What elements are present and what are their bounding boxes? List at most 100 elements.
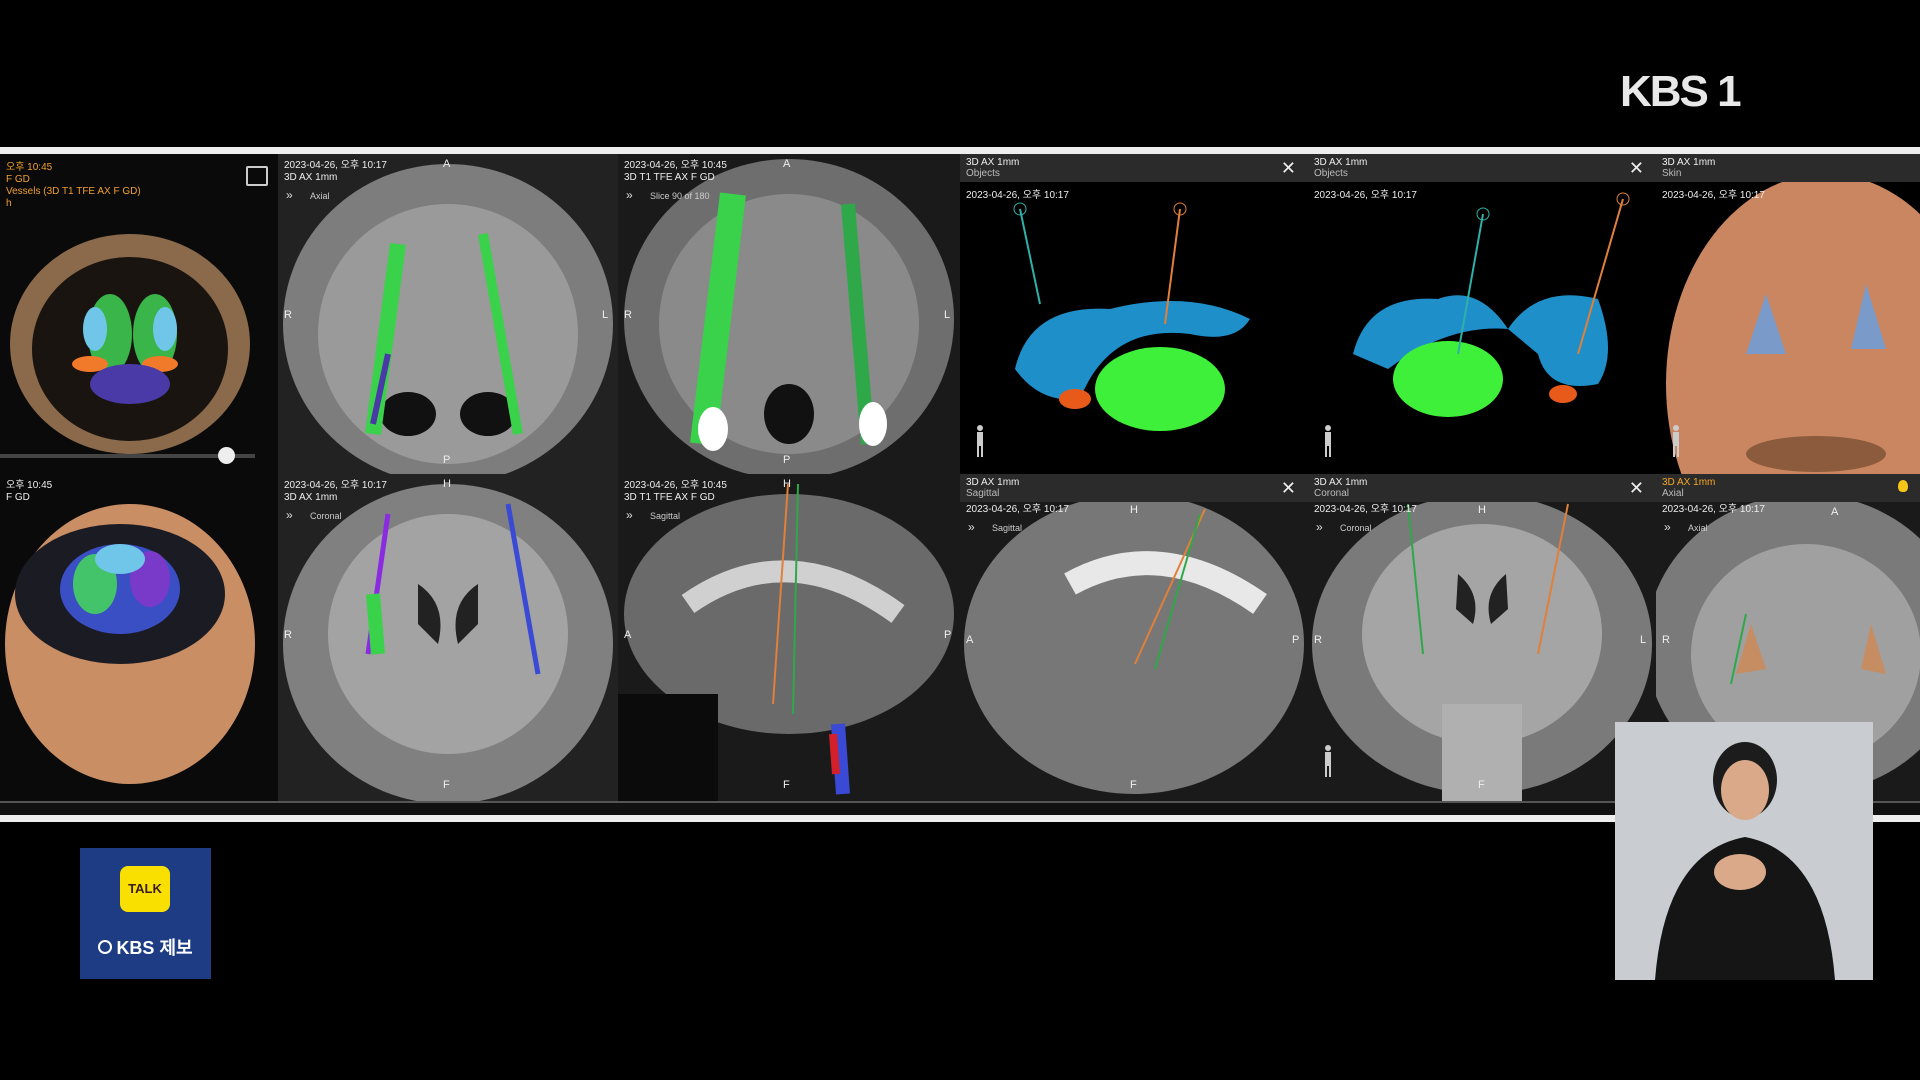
objects-render-image	[1308, 154, 1656, 474]
view-label: Coronal	[1340, 523, 1372, 533]
chevron-icon[interactable]: »	[286, 188, 293, 202]
tip-label-text: KBS 제보	[116, 938, 193, 958]
orientation-left: R	[624, 309, 632, 321]
viewport-3d-objects-1[interactable]: 3D AX 1mm Objects ✕ 2023-04-26, 오후 10:17	[960, 154, 1310, 476]
axial-mri-image	[278, 154, 618, 474]
expand-icon[interactable]	[246, 166, 268, 186]
orientation-top: A	[443, 158, 451, 170]
orientation-left: A	[966, 634, 974, 646]
orientation-bottom: F	[443, 779, 450, 791]
series-info: 2023-04-26, 오후 10:45 3D T1 TFE AX F GD	[624, 160, 727, 184]
axial-slice-image	[618, 154, 960, 474]
series-date: 2023-04-26, 오후 10:17	[1314, 190, 1417, 201]
view-label: Sagittal	[992, 523, 1023, 533]
skull-render-image	[5, 504, 255, 784]
viewport-coronal-2[interactable]: 3D AX 1mm Coronal ✕ 2023-04-26, 오후 10:17…	[1308, 474, 1658, 803]
orientation-top: A	[783, 158, 791, 170]
orientation-right: P	[1292, 634, 1300, 646]
skin-render-image	[1656, 154, 1920, 474]
tip-label: KBS 제보	[80, 934, 211, 960]
panel-subtitle: Objects	[1314, 168, 1348, 179]
series-date: 2023-04-26, 오후 10:17	[284, 480, 387, 491]
kakaotalk-icon: TALK	[120, 866, 170, 912]
opacity-slider[interactable]	[0, 447, 255, 464]
viewport-3d-skin[interactable]: 3D AX 1mm Skin 2023-04-26, 오후 10:17	[1656, 154, 1920, 476]
series-name: 3D T1 TFE AX F GD	[624, 172, 715, 183]
series-date: 2023-04-26, 오후 10:17	[966, 190, 1069, 201]
viewport-coronal-mri[interactable]: 2023-04-26, 오후 10:17 3D AX 1mm » Coronal…	[278, 474, 620, 803]
series-name: 3D AX 1mm	[284, 172, 338, 183]
series-date: 2023-04-26, 오후 10:17	[1314, 504, 1417, 515]
coronal-mri-image	[278, 474, 618, 801]
series-date: 2023-04-26, 오후 10:45	[624, 480, 727, 491]
sign-language-interpreter-video	[1615, 722, 1873, 980]
chevron-icon[interactable]: »	[626, 508, 633, 522]
close-icon[interactable]: ✕	[1281, 478, 1296, 499]
viewport-sagittal-mri[interactable]: 2023-04-26, 오후 10:45 3D T1 TFE AX F GD »…	[618, 474, 962, 803]
series-info: 오후 10:45 F GD Vessels (3D T1 TFE AX F GD…	[6, 162, 141, 210]
view-label: Coronal	[310, 511, 342, 521]
series-name: F GD	[6, 174, 30, 185]
orientation-figure-icon[interactable]	[1320, 744, 1336, 778]
panel-header: 3D AX 1mm Skin	[1656, 154, 1920, 182]
close-icon[interactable]: ✕	[1629, 158, 1644, 179]
chevron-icon[interactable]: »	[968, 520, 975, 534]
viewport-3d-tract-render[interactable]: 오후 10:45 F GD Vessels (3D T1 TFE AX F GD…	[0, 154, 280, 476]
series-extra: h	[6, 198, 12, 209]
talk-badge-label: TALK	[128, 881, 162, 896]
viewport-sagittal-2[interactable]: 3D AX 1mm Sagittal ✕ 2023-04-26, 오후 10:1…	[960, 474, 1310, 803]
series-name: 3D T1 TFE AX F GD	[624, 492, 715, 503]
panel-header: 3D AX 1mm Axial	[1656, 474, 1920, 502]
search-icon	[98, 940, 113, 954]
lightbulb-icon[interactable]	[1898, 480, 1908, 492]
orientation-right: L	[1640, 634, 1647, 646]
viewport-axial-mri[interactable]: 2023-04-26, 오후 10:17 3D AX 1mm » Axial A…	[278, 154, 620, 476]
chevron-icon[interactable]: »	[626, 188, 633, 202]
orientation-right: L	[944, 309, 951, 321]
close-icon[interactable]: ✕	[1281, 158, 1296, 179]
series-info: 2023-04-26, 오후 10:45 3D T1 TFE AX F GD	[624, 480, 727, 504]
orientation-top: H	[783, 478, 791, 490]
orientation-bottom: F	[1478, 779, 1485, 791]
series-date: 2023-04-26, 오후 10:17	[1662, 190, 1765, 201]
viewport-3d-skull-render[interactable]: 오후 10:45 F GD	[0, 474, 280, 803]
orientation-right: L	[602, 309, 609, 321]
orientation-left: R	[284, 629, 292, 641]
panel-subtitle: Skin	[1662, 168, 1682, 179]
slider-handle[interactable]	[218, 447, 235, 464]
viewport-3d-objects-2[interactable]: 3D AX 1mm Objects ✕ 2023-04-26, 오후 10:17	[1308, 154, 1658, 476]
close-icon[interactable]: ✕	[1629, 478, 1644, 499]
channel-logo: KBS 1	[1620, 67, 1742, 116]
imaging-viewer-grid: 오후 10:45 F GD Vessels (3D T1 TFE AX F GD…	[0, 147, 1920, 822]
sagittal-mri-image	[618, 474, 960, 801]
viewport-axial-slice[interactable]: 2023-04-26, 오후 10:45 3D T1 TFE AX F GD »…	[618, 154, 962, 476]
panel-subtitle: Sagittal	[966, 488, 1000, 499]
orientation-figure-icon[interactable]	[972, 424, 988, 458]
panel-title: 3D AX 1mm	[966, 157, 1020, 168]
orientation-top: A	[1831, 506, 1839, 518]
view-label: Axial	[310, 191, 330, 201]
chevron-icon[interactable]: »	[1316, 520, 1323, 534]
orientation-top: H	[1130, 504, 1138, 516]
orientation-left: R	[1314, 634, 1322, 646]
orientation-figure-icon[interactable]	[1668, 424, 1684, 458]
series-date: 2023-04-26, 오후 10:17	[1662, 504, 1765, 515]
chevron-icon[interactable]: »	[286, 508, 293, 522]
view-label: Slice 90 of 180	[650, 191, 710, 201]
orientation-bottom: F	[783, 779, 790, 791]
orientation-left: A	[624, 629, 632, 641]
panel-title: 3D AX 1mm	[966, 477, 1020, 488]
panel-subtitle: Axial	[1662, 488, 1684, 499]
interpreter-image	[1615, 722, 1873, 980]
panel-header: 3D AX 1mm Sagittal	[960, 474, 1308, 502]
panel-title: 3D AX 1mm	[1662, 157, 1716, 168]
series-time: 오후 10:45	[6, 162, 53, 173]
view-label: Sagittal	[650, 511, 681, 521]
orientation-bottom: F	[1130, 779, 1137, 791]
chevron-icon[interactable]: »	[1664, 520, 1671, 534]
orientation-figure-icon[interactable]	[1320, 424, 1336, 458]
kbs-tip-button[interactable]: TALK KBS 제보	[80, 848, 211, 979]
orientation-top: H	[443, 478, 451, 490]
series-objects: Vessels (3D T1 TFE AX F GD)	[6, 186, 141, 197]
objects-render-image	[960, 154, 1308, 474]
